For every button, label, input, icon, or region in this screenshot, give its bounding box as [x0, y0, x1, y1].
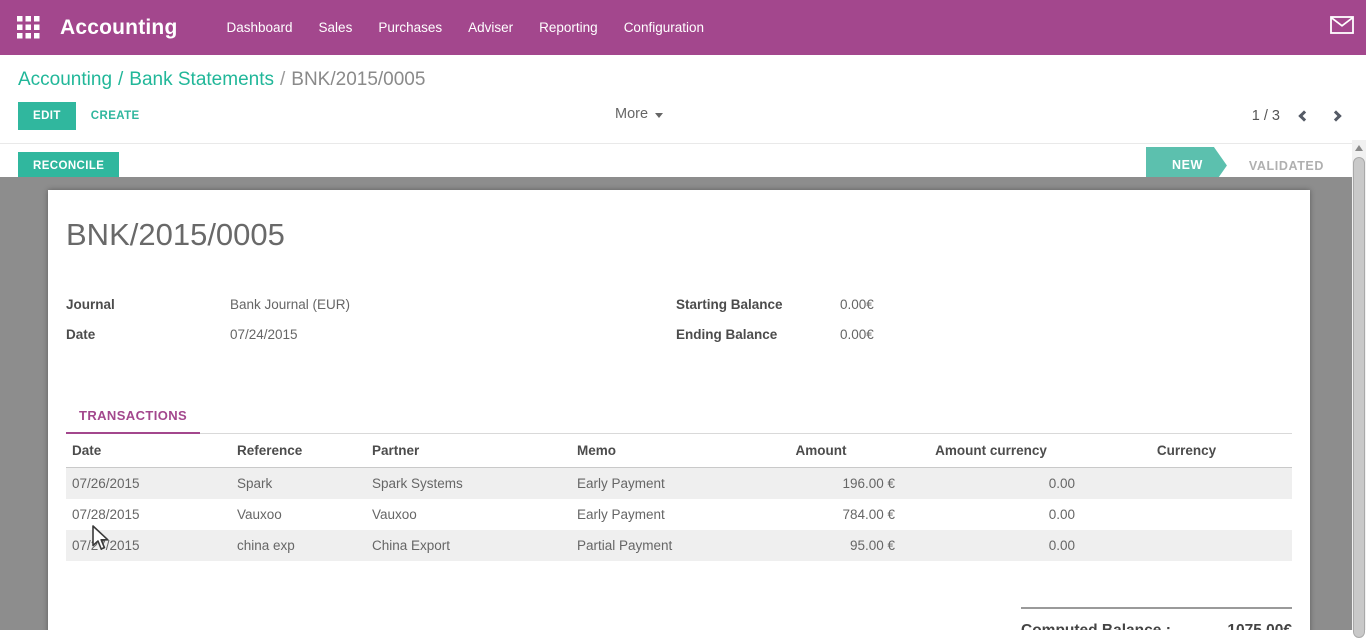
- cell-memo: Partial Payment: [571, 530, 741, 561]
- breadcrumb-item-0[interactable]: Accounting: [18, 69, 112, 90]
- cell-partner: China Export: [366, 530, 571, 561]
- table-row[interactable]: 07/26/2015SparkSpark SystemsEarly Paymen…: [66, 468, 1292, 500]
- table-row[interactable]: 07/28/2015VauxooVauxooEarly Payment784.0…: [66, 499, 1292, 530]
- form-sheet: BNK/2015/0005 Journal Bank Journal (EUR)…: [48, 190, 1310, 630]
- cell-reference: china exp: [231, 530, 366, 561]
- cell-partner: Vauxoo: [366, 499, 571, 530]
- apps-grid-icon[interactable]: [17, 16, 40, 39]
- cell-amount-currency: 0.00: [901, 530, 1081, 561]
- cell-amount: 95.00 €: [741, 530, 901, 561]
- breadcrumb-separator: /: [274, 69, 291, 90]
- create-button[interactable]: CREATE: [76, 102, 155, 130]
- ending-balance-value: 0.00€: [840, 327, 874, 342]
- fields-section: Journal Bank Journal (EUR) Date 07/24/20…: [66, 297, 1292, 357]
- cell-reference: Vauxoo: [231, 499, 366, 530]
- toolbar: EDIT CREATE More 1 / 3: [0, 91, 1366, 144]
- nav-item-reporting[interactable]: Reporting: [526, 20, 611, 35]
- app-title: Accounting: [60, 16, 178, 40]
- nav-item-dashboard[interactable]: Dashboard: [214, 20, 306, 35]
- breadcrumb-separator: /: [112, 69, 129, 90]
- column-header-memo[interactable]: Memo: [571, 434, 741, 468]
- breadcrumb: Accounting/Bank Statements/BNK/2015/0005: [0, 55, 1366, 91]
- column-header-amount[interactable]: Amount: [741, 434, 901, 468]
- starting-balance-value: 0.00€: [840, 297, 874, 312]
- journal-value: Bank Journal (EUR): [230, 297, 350, 312]
- breadcrumb-item-1[interactable]: Bank Statements: [129, 69, 274, 90]
- edit-button[interactable]: EDIT: [18, 102, 76, 130]
- column-header-reference[interactable]: Reference: [231, 434, 366, 468]
- more-dropdown[interactable]: More: [615, 106, 663, 122]
- nav-item-sales[interactable]: Sales: [306, 20, 366, 35]
- status-step-validated[interactable]: VALIDATED: [1227, 159, 1340, 173]
- cell-currency: [1081, 530, 1292, 561]
- more-label: More: [615, 106, 648, 122]
- ending-balance-label: Ending Balance: [676, 327, 840, 342]
- nav-item-configuration[interactable]: Configuration: [611, 20, 717, 35]
- cell-amount: 784.00 €: [741, 499, 901, 530]
- cell-date: 07/26/2015: [66, 468, 231, 500]
- vertical-scrollbar: [1352, 140, 1366, 630]
- column-header-amount-currency[interactable]: Amount currency: [901, 434, 1081, 468]
- journal-label: Journal: [66, 297, 230, 312]
- computed-balance: Computed Balance : 1075.00€: [1021, 607, 1292, 630]
- date-label: Date: [66, 327, 230, 342]
- cell-reference: Spark: [231, 468, 366, 500]
- cell-currency: [1081, 468, 1292, 500]
- messages-envelope-icon[interactable]: [1330, 16, 1354, 39]
- date-value: 07/24/2015: [230, 327, 298, 342]
- pager: 1 / 3: [1252, 108, 1340, 124]
- cell-date: 07/27/2015: [66, 530, 231, 561]
- notebook: TRANSACTIONS DateReferencePartnerMemoAmo…: [66, 407, 1292, 630]
- cell-memo: Early Payment: [571, 468, 741, 500]
- cell-amount-currency: 0.00: [901, 499, 1081, 530]
- computed-balance-value: 1075.00€: [1227, 622, 1292, 630]
- scrollbar-thumb[interactable]: [1353, 157, 1365, 638]
- cell-memo: Early Payment: [571, 499, 741, 530]
- navbar-menu: DashboardSalesPurchasesAdviserReportingC…: [214, 20, 718, 35]
- form-view-background: BNK/2015/0005 Journal Bank Journal (EUR)…: [0, 177, 1366, 630]
- nav-item-purchases[interactable]: Purchases: [365, 20, 455, 35]
- column-header-partner[interactable]: Partner: [366, 434, 571, 468]
- cell-date: 07/28/2015: [66, 499, 231, 530]
- table-header-row: DateReferencePartnerMemoAmountAmount cur…: [66, 434, 1292, 468]
- computed-balance-label: Computed Balance :: [1021, 622, 1171, 630]
- pager-next-button[interactable]: [1330, 110, 1341, 121]
- starting-balance-label: Starting Balance: [676, 297, 840, 312]
- table-row[interactable]: 07/27/2015china expChina ExportPartial P…: [66, 530, 1292, 561]
- nav-item-adviser[interactable]: Adviser: [455, 20, 526, 35]
- scrollbar-up-arrow-icon[interactable]: [1355, 145, 1363, 151]
- cell-amount-currency: 0.00: [901, 468, 1081, 500]
- pager-count: 1 / 3: [1252, 108, 1280, 124]
- tab-transactions[interactable]: TRANSACTIONS: [66, 408, 200, 434]
- top-navbar: Accounting DashboardSalesPurchasesAdvise…: [0, 0, 1366, 55]
- column-header-currency[interactable]: Currency: [1081, 434, 1292, 468]
- pager-previous-button[interactable]: [1298, 110, 1309, 121]
- cell-amount: 196.00 €: [741, 468, 901, 500]
- reconcile-button[interactable]: RECONCILE: [18, 152, 119, 180]
- cell-currency: [1081, 499, 1292, 530]
- caret-down-icon: [655, 113, 663, 118]
- column-header-date[interactable]: Date: [66, 434, 231, 468]
- breadcrumb-item-2: BNK/2015/0005: [291, 69, 425, 90]
- transactions-table: DateReferencePartnerMemoAmountAmount cur…: [66, 434, 1292, 561]
- cell-partner: Spark Systems: [366, 468, 571, 500]
- record-title: BNK/2015/0005: [66, 217, 1292, 253]
- table-body: 07/26/2015SparkSpark SystemsEarly Paymen…: [66, 468, 1292, 562]
